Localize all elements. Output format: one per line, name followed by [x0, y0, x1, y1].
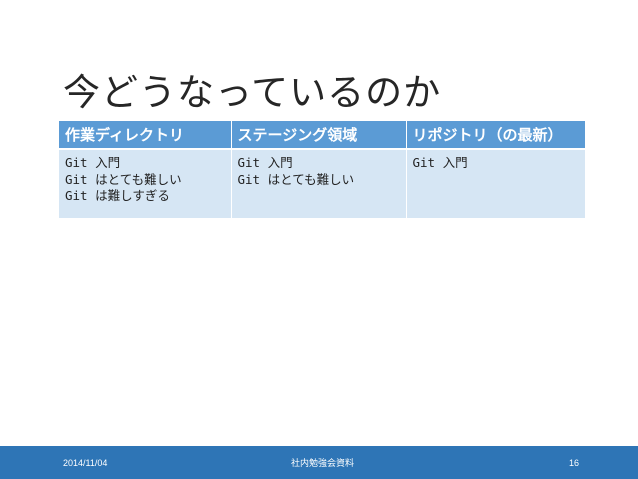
list-item: Git 入門 [65, 155, 121, 170]
page-number: 16 [569, 458, 580, 468]
cell-working-directory: Git 入門 Git はとても難しい Git は難しすぎる [59, 149, 232, 218]
table-row: Git 入門 Git はとても難しい Git は難しすぎる Git 入門 Git… [59, 149, 585, 218]
list-item: Git は難しすぎる [65, 188, 170, 203]
header-working-directory: 作業ディレクトリ [59, 121, 232, 150]
list-item: Git 入門 [412, 155, 468, 170]
git-areas-table: 作業ディレクトリ ステージング領域 リポジトリ（の最新） Git 入門 Git … [59, 121, 585, 218]
cell-staging-area: Git 入門 Git はとても難しい [231, 149, 407, 218]
header-repository-latest: リポジトリ（の最新） [406, 121, 585, 150]
footer-title: 社内勉強会資料 [291, 459, 355, 469]
header-staging-area: ステージング領域 [231, 121, 407, 150]
slide-title: 今どうなっているのか [63, 71, 442, 114]
list-item: Git 入門 [237, 155, 293, 170]
list-item: Git はとても難しい [65, 171, 182, 187]
footer-date: 2014/11/04 [63, 458, 108, 468]
list-item: Git はとても難しい [237, 171, 355, 187]
cell-repository-latest: Git 入門 [406, 149, 585, 218]
table-header-row: 作業ディレクトリ ステージング領域 リポジトリ（の最新） [59, 121, 585, 150]
